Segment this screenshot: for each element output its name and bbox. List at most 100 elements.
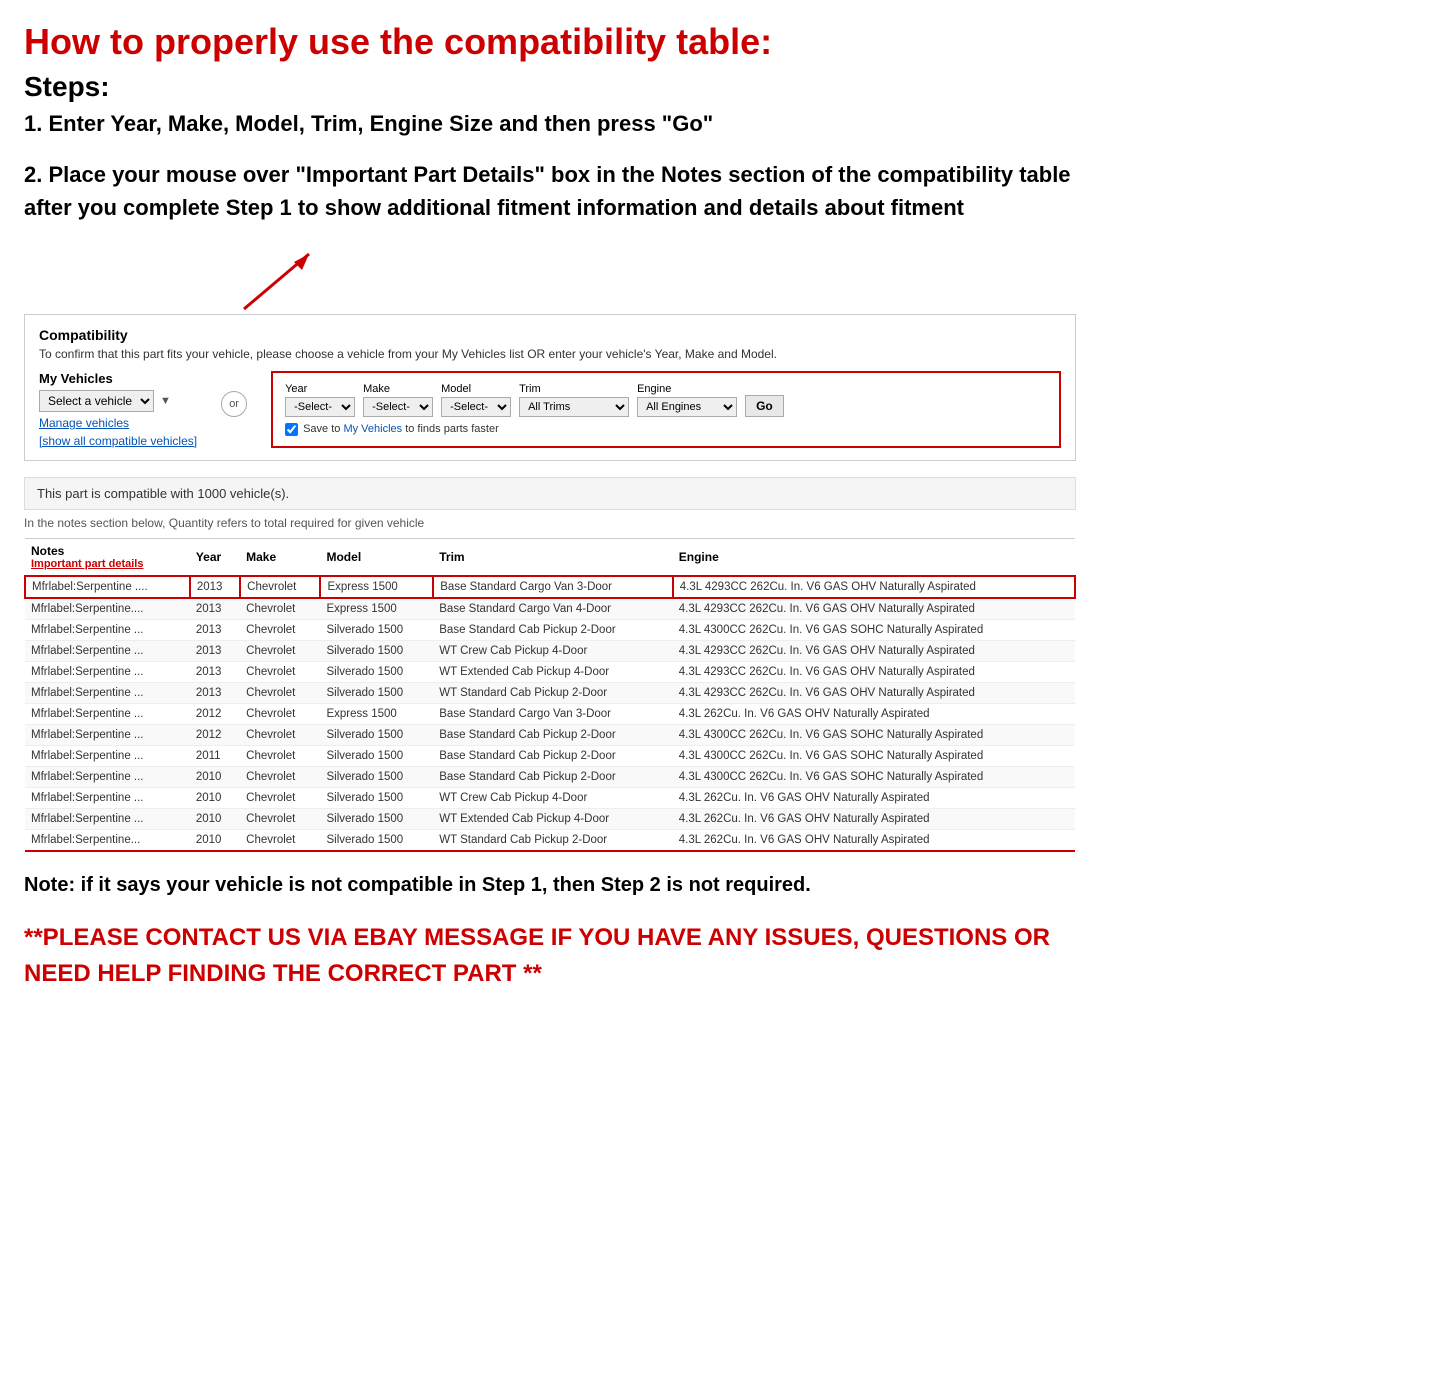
manage-vehicles-link[interactable]: Manage vehicles	[39, 416, 197, 430]
compat-title: Compatibility	[39, 327, 1061, 343]
model-cell: Express 1500	[320, 703, 433, 724]
make-cell: Chevrolet	[240, 766, 320, 787]
notes-cell: Mfrlabel:Serpentine ...	[25, 724, 190, 745]
table-row: Mfrlabel:Serpentine ...2013ChevroletSilv…	[25, 661, 1075, 682]
notes-cell: Mfrlabel:Serpentine ...	[25, 745, 190, 766]
engine-cell: 4.3L 262Cu. In. V6 GAS OHV Naturally Asp…	[673, 787, 1075, 808]
my-vehicles-section: My Vehicles Select a vehicle ▼ Manage ve…	[39, 371, 197, 448]
save-checkbox[interactable]	[285, 423, 298, 436]
save-text: Save to My Vehicles to finds parts faste…	[303, 423, 499, 435]
model-cell: Silverado 1500	[320, 640, 433, 661]
engine-label: Engine	[637, 383, 737, 395]
trim-cell: Base Standard Cargo Van 3-Door	[433, 576, 672, 598]
trim-cell: Base Standard Cab Pickup 2-Door	[433, 619, 672, 640]
engine-cell: 4.3L 4300CC 262Cu. In. V6 GAS SOHC Natur…	[673, 619, 1075, 640]
make-cell: Chevrolet	[240, 745, 320, 766]
table-row: Mfrlabel:Serpentine ....2013ChevroletExp…	[25, 576, 1075, 598]
table-row: Mfrlabel:Serpentine....2013ChevroletExpr…	[25, 598, 1075, 620]
year-select[interactable]: -Select-	[285, 397, 355, 417]
go-button[interactable]: Go	[745, 395, 784, 417]
notes-cell: Mfrlabel:Serpentine ...	[25, 619, 190, 640]
step1-text: 1. Enter Year, Make, Model, Trim, Engine…	[24, 109, 1076, 140]
trim-cell: WT Standard Cab Pickup 2-Door	[433, 682, 672, 703]
year-cell: 2013	[190, 640, 240, 661]
table-header-row: Notes Important part details Year Make M…	[25, 538, 1075, 576]
notes-cell: Mfrlabel:Serpentine ...	[25, 787, 190, 808]
compatibility-box: Compatibility To confirm that this part …	[24, 314, 1076, 461]
engine-cell: 4.3L 262Cu. In. V6 GAS OHV Naturally Asp…	[673, 703, 1075, 724]
year-cell: 2013	[190, 682, 240, 703]
vehicle-select[interactable]: Select a vehicle	[39, 390, 154, 412]
important-part-link[interactable]: Important part details	[31, 558, 184, 570]
trim-cell: WT Extended Cab Pickup 4-Door	[433, 661, 672, 682]
year-cell: 2010	[190, 829, 240, 851]
model-cell: Silverado 1500	[320, 829, 433, 851]
trim-select[interactable]: All Trims	[519, 397, 629, 417]
table-row: Mfrlabel:Serpentine ...2010ChevroletSilv…	[25, 766, 1075, 787]
my-vehicles-link2[interactable]: My Vehicles	[343, 423, 402, 435]
engine-cell: 4.3L 4300CC 262Cu. In. V6 GAS SOHC Natur…	[673, 724, 1075, 745]
table-row: Mfrlabel:Serpentine ...2012ChevroletSilv…	[25, 724, 1075, 745]
notes-cell: Mfrlabel:Serpentine ...	[25, 766, 190, 787]
table-row: Mfrlabel:Serpentine ...2012ChevroletExpr…	[25, 703, 1075, 724]
trim-cell: Base Standard Cab Pickup 2-Door	[433, 766, 672, 787]
year-cell: 2013	[190, 619, 240, 640]
save-checkbox-row: Save to My Vehicles to finds parts faste…	[285, 423, 1047, 436]
compatibility-table: Notes Important part details Year Make M…	[24, 538, 1076, 852]
notes-cell: Mfrlabel:Serpentine ...	[25, 661, 190, 682]
make-cell: Chevrolet	[240, 829, 320, 851]
engine-cell: 4.3L 4300CC 262Cu. In. V6 GAS SOHC Natur…	[673, 745, 1075, 766]
make-cell: Chevrolet	[240, 808, 320, 829]
model-cell: Silverado 1500	[320, 745, 433, 766]
notes-cell: Mfrlabel:Serpentine....	[25, 598, 190, 620]
year-label: Year	[285, 383, 355, 395]
engine-cell: 4.3L 262Cu. In. V6 GAS OHV Naturally Asp…	[673, 808, 1075, 829]
dropdown-arrow-icon: ▼	[160, 395, 171, 407]
model-cell: Express 1500	[320, 598, 433, 620]
model-cell: Silverado 1500	[320, 682, 433, 703]
table-row: Mfrlabel:Serpentine ...2013ChevroletSilv…	[25, 682, 1075, 703]
table-row: Mfrlabel:Serpentine ...2010ChevroletSilv…	[25, 787, 1075, 808]
make-field: Make -Select-	[363, 383, 433, 417]
notes-cell: Mfrlabel:Serpentine ...	[25, 808, 190, 829]
engine-select[interactable]: All Engines	[637, 397, 737, 417]
quantity-note: In the notes section below, Quantity ref…	[24, 516, 1076, 530]
show-all-link[interactable]: [show all compatible vehicles]	[39, 434, 197, 448]
year-cell: 2011	[190, 745, 240, 766]
model-cell: Silverado 1500	[320, 766, 433, 787]
model-cell: Silverado 1500	[320, 787, 433, 808]
make-cell: Chevrolet	[240, 787, 320, 808]
year-cell: 2010	[190, 808, 240, 829]
step2-text: 2. Place your mouse over "Important Part…	[24, 158, 1076, 224]
year-cell: 2010	[190, 787, 240, 808]
contact-section: **PLEASE CONTACT US VIA EBAY MESSAGE IF …	[24, 920, 1076, 992]
make-select[interactable]: -Select-	[363, 397, 433, 417]
note-section: Note: if it says your vehicle is not com…	[24, 870, 1076, 900]
model-cell: Silverado 1500	[320, 724, 433, 745]
trim-cell: WT Crew Cab Pickup 4-Door	[433, 640, 672, 661]
model-select[interactable]: -Select-	[441, 397, 511, 417]
notes-cell: Mfrlabel:Serpentine ...	[25, 703, 190, 724]
engine-cell: 4.3L 4293CC 262Cu. In. V6 GAS OHV Natura…	[673, 598, 1075, 620]
table-row: Mfrlabel:Serpentine ...2013ChevroletSilv…	[25, 619, 1075, 640]
model-cell: Express 1500	[320, 576, 433, 598]
engine-cell: 4.3L 4293CC 262Cu. In. V6 GAS OHV Natura…	[673, 576, 1075, 598]
year-field: Year -Select-	[285, 383, 355, 417]
make-label: Make	[363, 383, 433, 395]
trim-label: Trim	[519, 383, 629, 395]
compat-count-bar: This part is compatible with 1000 vehicl…	[24, 477, 1076, 510]
col-make: Make	[240, 538, 320, 576]
make-cell: Chevrolet	[240, 576, 320, 598]
notes-cell: Mfrlabel:Serpentine ....	[25, 576, 190, 598]
engine-field: Engine All Engines	[637, 383, 737, 417]
engine-cell: 4.3L 4293CC 262Cu. In. V6 GAS OHV Natura…	[673, 661, 1075, 682]
year-cell: 2012	[190, 724, 240, 745]
table-row: Mfrlabel:Serpentine...2010ChevroletSilve…	[25, 829, 1075, 851]
or-circle: or	[221, 391, 247, 417]
col-trim: Trim	[433, 538, 672, 576]
engine-cell: 4.3L 4300CC 262Cu. In. V6 GAS SOHC Natur…	[673, 766, 1075, 787]
model-cell: Silverado 1500	[320, 808, 433, 829]
model-cell: Silverado 1500	[320, 661, 433, 682]
my-vehicles-label: My Vehicles	[39, 371, 197, 386]
notes-cell: Mfrlabel:Serpentine...	[25, 829, 190, 851]
